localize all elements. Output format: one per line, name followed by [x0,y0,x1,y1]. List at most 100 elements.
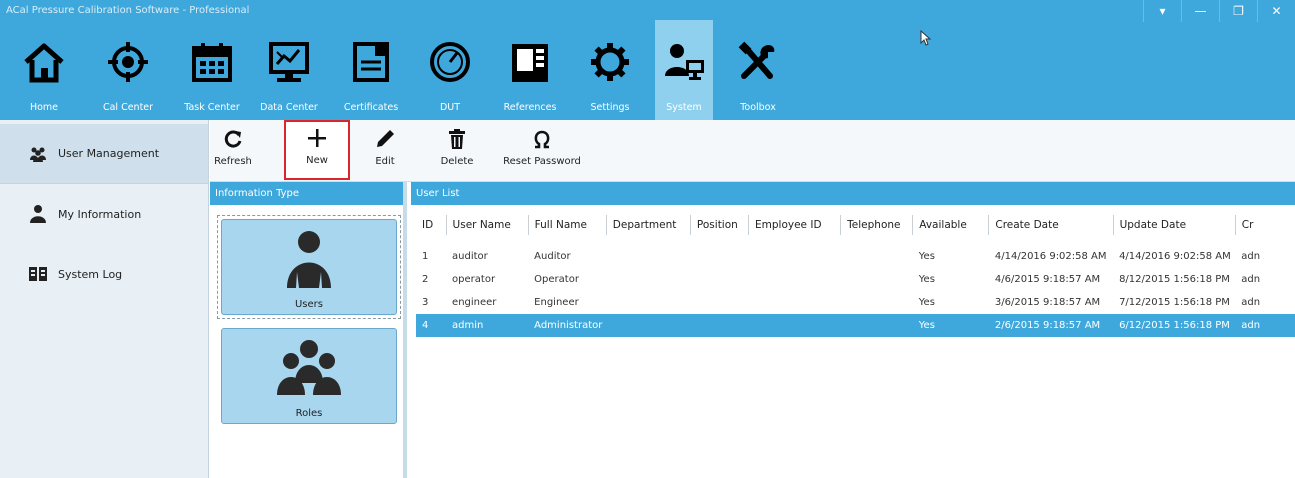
nav-label: Settings [590,102,630,113]
table-cell [841,245,913,268]
mouse-cursor-icon [920,30,932,46]
table-cell: Engineer [534,297,579,308]
users-tile-focus: Users [217,215,401,319]
information-type-panel: Information Type Users Roles [210,182,407,478]
users-group-icon [277,340,341,395]
table-row[interactable]: 1 auditor Auditor Yes 4/14/2016 9:02:58 … [416,245,1295,268]
table-cell: auditor [452,251,488,262]
calendar-icon [192,43,232,82]
column-header[interactable]: User Name [446,215,529,235]
refresh-label: Refresh [214,156,252,167]
nav-task-center[interactable]: Task Center [180,20,244,120]
table-cell [690,291,748,314]
home-icon [24,43,64,83]
nav-toolbox[interactable]: Toolbox [728,20,788,120]
nav-settings[interactable]: Settings [580,20,640,120]
column-header[interactable]: Full Name [528,215,607,235]
delete-button[interactable]: Delete [435,128,479,178]
nav-label: DUT [439,102,461,113]
chart-monitor-icon [269,42,309,82]
refresh-button[interactable]: Refresh [212,128,254,178]
users-tile[interactable]: Users [221,219,397,315]
nav-system[interactable]: System [655,20,713,120]
table-cell: admin [446,314,529,337]
table-cell: adn [1241,251,1261,262]
nav-label: Certificates [343,102,399,113]
table-cell: adn [1241,274,1261,285]
reset-password-button[interactable]: Reset Password [500,128,584,178]
table-cell [606,314,691,337]
nav-label: System [666,102,702,113]
user-list-panel: User List ID User Name Full Name Departm… [411,182,1295,478]
window-controls: ▾ — ❐ ✕ [1143,0,1295,22]
table-cell [749,245,841,268]
roles-tile[interactable]: Roles [221,328,397,424]
table-header-row: ID User Name Full Name Department Positi… [416,215,1295,235]
nav-label: Home [29,102,59,113]
nav-label: Data Center [260,102,318,113]
table-cell: Auditor [534,251,571,262]
users-label: Users [294,299,323,310]
left-nav-user-management[interactable]: User Management [0,124,208,184]
nav-label: Cal Center [102,102,154,113]
table-cell [748,314,841,337]
new-label: New [306,155,328,166]
nav-label: Task Center [184,102,240,113]
left-nav-system-log[interactable]: System Log [0,246,208,302]
refresh-icon [224,130,242,148]
nav-cal-center[interactable]: Cal Center [92,20,164,120]
gauge-icon [430,42,470,82]
column-header[interactable]: Position [690,215,750,235]
tools-icon [738,41,775,79]
table-cell: 2 [422,274,429,285]
nav-dut[interactable]: DUT [420,20,480,120]
table-row[interactable]: 3 engineer Engineer Yes 3/6/2015 9:18:57… [416,291,1295,314]
certificate-icon [353,42,389,82]
table-row-selected[interactable]: 4 admin Administrator Yes 2/6/2015 9:18:… [416,314,1295,337]
users-group-icon [30,147,46,162]
user-computer-icon [665,44,704,80]
edit-button[interactable]: Edit [365,128,405,178]
table-cell: Yes [918,251,935,262]
column-header[interactable]: Department [606,215,691,235]
table-cell: Yes [918,274,935,285]
user-list-viewport: ID User Name Full Name Department Positi… [411,205,1295,478]
omega-icon [534,130,550,149]
column-header[interactable]: Create Date [988,215,1114,235]
table-row[interactable]: 2 operator Operator Yes 4/6/2015 9:18:57… [416,268,1295,291]
table-cell: 4/14/2016 9:02:58 AM [1119,251,1231,262]
column-header[interactable]: Telephone [840,215,914,235]
table-spacer [416,235,1295,245]
table-cell: 4/14/2016 9:02:58 AM [994,251,1107,262]
app-title: ACal Pressure Calibration Software - Pro… [6,5,250,16]
nav-references[interactable]: References [496,20,564,120]
dropdown-window-button[interactable]: ▾ [1143,0,1181,22]
table-cell [606,268,690,291]
table-cell [840,314,913,337]
table-cell [606,245,690,268]
table-cell: operator [452,274,496,285]
table-cell [690,245,748,268]
table-cell [690,268,748,291]
column-header[interactable]: Update Date [1113,215,1236,235]
delete-label: Delete [440,156,474,167]
table-cell: adn [1241,297,1261,308]
table-cell: Yes [912,314,989,337]
table-cell [841,291,913,314]
new-button[interactable]: New [284,120,350,180]
restore-button[interactable]: ❐ [1219,0,1257,22]
edit-label: Edit [375,156,395,167]
left-nav-my-information[interactable]: My Information [0,186,208,242]
left-navigation: User Management My Information System Lo… [0,120,209,478]
minimize-button[interactable]: — [1181,0,1219,22]
column-header[interactable]: ID [416,215,447,235]
nav-certificates[interactable]: Certificates [336,20,406,120]
close-button[interactable]: ✕ [1257,0,1295,22]
nav-home[interactable]: Home [14,20,74,120]
column-header[interactable]: Employee ID [748,215,842,235]
column-header[interactable]: Available [912,215,990,235]
user-icon [287,231,331,288]
nav-data-center[interactable]: Data Center [256,20,322,120]
crosshair-icon [108,42,148,82]
column-header[interactable]: Cr [1235,215,1295,235]
